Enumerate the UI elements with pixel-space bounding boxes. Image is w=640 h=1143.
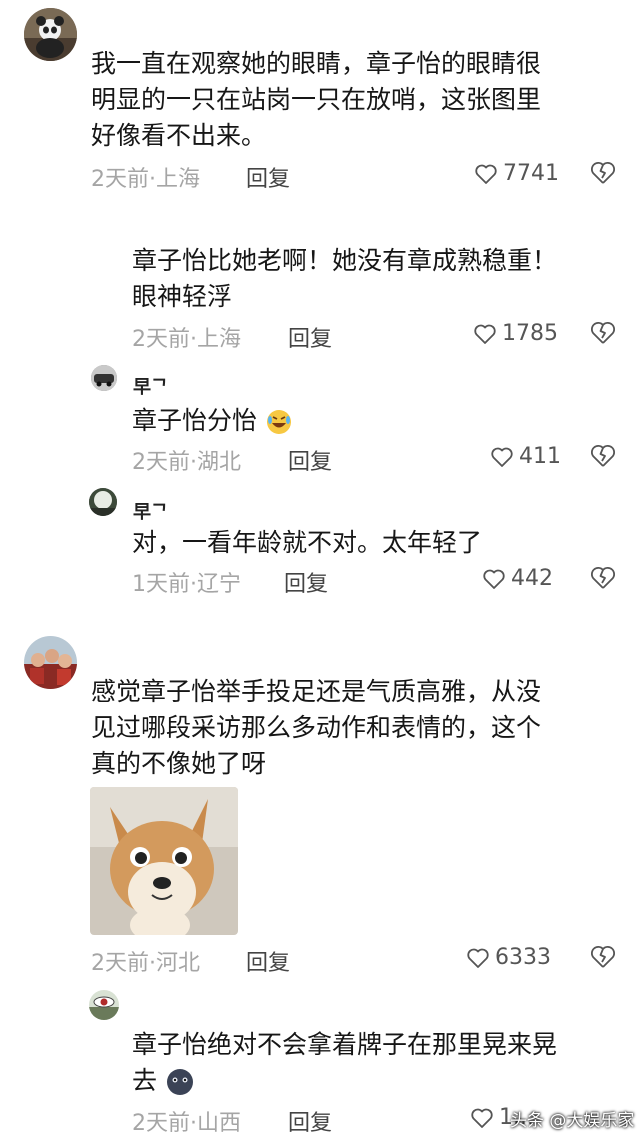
- dislike-button[interactable]: [590, 944, 616, 970]
- reply-text: 章子怡分怡: [132, 403, 293, 439]
- reply-text-line: 章子怡比她老啊！她没有章成熟稳重！: [132, 246, 558, 275]
- broken-heart-icon: [591, 162, 615, 184]
- like-count: 442: [511, 566, 553, 591]
- avatar[interactable]: [89, 990, 119, 1020]
- avatar[interactable]: [24, 636, 77, 689]
- like-count: 411: [519, 444, 561, 469]
- comment-image[interactable]: [90, 787, 238, 935]
- like-count: 1785: [502, 321, 558, 346]
- comment-time-location: 2天前·上海: [91, 167, 200, 192]
- watermark: 头条 @大娱乐家: [510, 1111, 635, 1131]
- comment-text-line: 真的不像她了呀: [91, 749, 267, 778]
- reply-text: 对，一看年龄就不对。太年轻了: [132, 528, 483, 557]
- heart-icon: [471, 1108, 493, 1128]
- like-button[interactable]: 442: [482, 566, 553, 591]
- heart-icon: [475, 164, 497, 184]
- reply-text-line-wrap: 去: [132, 1063, 557, 1099]
- avatar[interactable]: [24, 8, 77, 61]
- car-avatar-icon: [91, 365, 117, 391]
- comment-text-line: 见过哪段采访那么多动作和表情的，这个: [91, 713, 542, 742]
- reply-text: 章子怡比她老啊！她没有章成熟稳重！ 眼神轻浮: [132, 243, 557, 315]
- laughing-crying-emoji-icon: [266, 410, 291, 434]
- panda-avatar-icon: [24, 8, 77, 61]
- dislike-button[interactable]: [590, 565, 616, 591]
- reply-text-line: 章子怡分怡: [132, 406, 258, 435]
- like-count: 7741: [503, 161, 559, 186]
- reply-text-line: 去: [132, 1066, 158, 1095]
- broken-heart-icon: [591, 567, 615, 589]
- broken-heart-icon: [591, 322, 615, 344]
- comment-text-line: 感觉章子怡举手投足还是气质高雅，从没: [91, 677, 542, 706]
- comment-text-line: 我一直在观察她的眼睛，章子怡的眼睛很: [91, 49, 542, 78]
- comment-text-line: 明显的一只在站岗一只在放哨，这张图里: [91, 85, 542, 114]
- heart-icon: [467, 948, 489, 968]
- heart-icon: [491, 447, 513, 467]
- reply-time-location: 2天前·上海: [132, 327, 241, 352]
- reply-text: 章子怡绝对不会拿着牌子在那里晃来晃 去: [132, 1027, 557, 1099]
- broken-heart-icon: [591, 946, 615, 968]
- reply-time-location: 2天前·山西: [132, 1111, 241, 1136]
- avatar[interactable]: [89, 488, 117, 516]
- group-photo-avatar-icon: [24, 636, 77, 689]
- reply-button[interactable]: 回复: [288, 1105, 332, 1137]
- like-count: 6333: [495, 945, 551, 970]
- username[interactable]: 早ᄀ: [133, 498, 168, 524]
- like-button[interactable]: 1785: [473, 321, 558, 346]
- reply-text-line: 章子怡绝对不会拿着牌子在那里晃来晃: [132, 1030, 558, 1059]
- eye-avatar-icon: [89, 990, 119, 1020]
- avatar[interactable]: [91, 365, 117, 391]
- comment-text: 我一直在观察她的眼睛，章子怡的眼睛很 明显的一只在站岗一只在放哨，这张图里 好像…: [91, 46, 541, 154]
- heart-icon: [474, 324, 496, 344]
- heart-icon: [483, 569, 505, 589]
- comment-text: 感觉章子怡举手投足还是气质高雅，从没 见过哪段采访那么多动作和表情的，这个 真的…: [91, 674, 541, 782]
- reply-button[interactable]: 回复: [246, 945, 290, 977]
- comment-time-location: 2天前·河北: [91, 951, 200, 976]
- reply-button[interactable]: 回复: [284, 566, 328, 598]
- reply-button[interactable]: 回复: [288, 444, 332, 476]
- broken-heart-icon: [591, 445, 615, 467]
- reply-time-location: 1天前·辽宁: [132, 572, 241, 597]
- like-button[interactable]: 411: [490, 444, 561, 469]
- like-button[interactable]: 7741: [474, 161, 559, 186]
- like-button[interactable]: 6333: [466, 945, 551, 970]
- dislike-button[interactable]: [590, 443, 616, 469]
- blob-emoji-icon: [166, 1069, 193, 1095]
- reply-time-location: 2天前·湖北: [132, 450, 241, 475]
- reply-button[interactable]: 回复: [246, 161, 290, 193]
- reply-button[interactable]: 回复: [288, 321, 332, 353]
- shiba-dog-image-icon: [90, 787, 238, 935]
- reply-text-line: 眼神轻浮: [132, 282, 233, 311]
- comment-text-line: 好像看不出来。: [91, 121, 267, 150]
- username[interactable]: 早ᄀ: [133, 373, 168, 399]
- dislike-button[interactable]: [590, 160, 616, 186]
- dislike-button[interactable]: [590, 320, 616, 346]
- ball-avatar-icon: [89, 488, 117, 516]
